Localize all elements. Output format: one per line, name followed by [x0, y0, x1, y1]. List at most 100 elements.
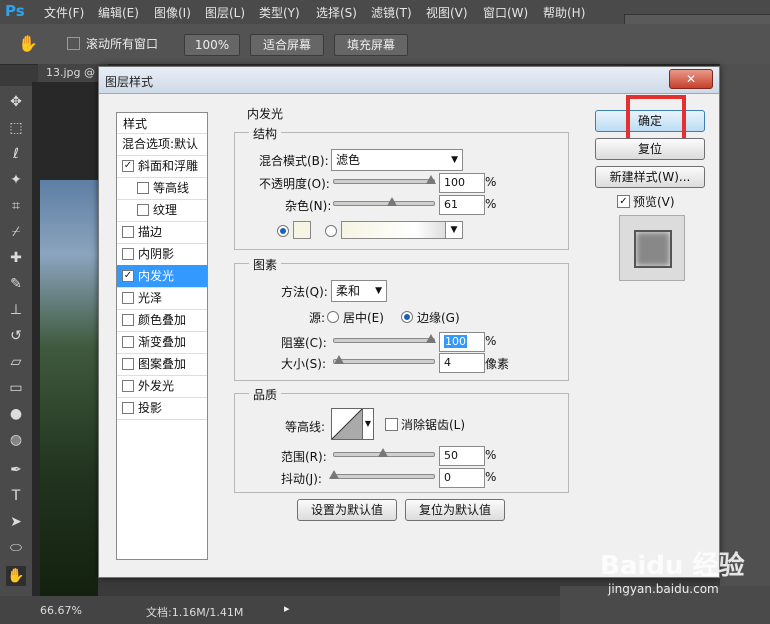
type-tool-icon[interactable]: T [6, 486, 26, 506]
healing-brush-icon[interactable]: ✚ [6, 248, 26, 268]
blend-mode-select[interactable]: 滤色 ▼ [331, 149, 463, 171]
status-arrow-icon[interactable]: ▸ [284, 602, 290, 615]
style-item[interactable]: 投影 [117, 397, 207, 420]
opacity-input[interactable]: 100 [439, 173, 485, 193]
move-tool-icon[interactable]: ✥ [6, 92, 26, 112]
style-item[interactable]: 描边 [117, 221, 207, 244]
path-select-icon[interactable]: ➤ [6, 512, 26, 532]
size-slider[interactable] [333, 359, 435, 364]
eraser-tool-icon[interactable]: ▱ [6, 352, 26, 372]
glow-color-swatch[interactable] [293, 221, 311, 239]
style-item[interactable]: 纹理 [117, 199, 207, 222]
style-item-checkbox[interactable] [122, 248, 134, 260]
reset-button[interactable]: 复位 [595, 138, 705, 160]
hand-tool-icon[interactable]: ✋ [6, 566, 26, 586]
choke-slider-thumb[interactable] [426, 334, 436, 343]
stamp-tool-icon[interactable]: ⊥ [6, 300, 26, 320]
style-item-checkbox[interactable] [122, 402, 134, 414]
gradient-dropdown-icon[interactable]: ▼ [445, 221, 463, 239]
style-item-checkbox[interactable] [137, 204, 149, 216]
new-style-button[interactable]: 新建样式(W)... [595, 166, 705, 188]
jitter-input[interactable]: 0 [439, 468, 485, 488]
style-item-checkbox[interactable] [122, 380, 134, 392]
jitter-slider[interactable] [333, 474, 435, 479]
range-input[interactable]: 50 [439, 446, 485, 466]
style-item[interactable]: ✓ 内发光 [117, 265, 207, 288]
source-center-radio[interactable] [327, 311, 339, 323]
gradient-radio[interactable] [325, 225, 337, 237]
zoom-100-button[interactable]: 100% [184, 34, 240, 56]
style-item-checkbox[interactable] [122, 292, 134, 304]
watermark-url: jingyan.baidu.com [608, 582, 719, 596]
dodge-tool-icon[interactable]: ◍ [6, 430, 26, 450]
method-select[interactable]: 柔和 ▼ [331, 280, 387, 302]
contour-dropdown-icon[interactable]: ▼ [362, 408, 374, 440]
style-item[interactable]: 混合选项:默认 [117, 133, 207, 156]
size-input[interactable]: 4 [439, 353, 485, 373]
ellipse-tool-icon[interactable]: ⬭ [6, 538, 26, 558]
range-slider-thumb[interactable] [378, 448, 388, 457]
magic-wand-icon[interactable]: ✦ [6, 170, 26, 190]
size-slider-thumb[interactable] [334, 355, 344, 364]
jitter-slider-thumb[interactable] [329, 470, 339, 479]
pen-tool-icon[interactable]: ✒ [6, 460, 26, 480]
source-center-label: 居中(E) [343, 311, 384, 325]
make-default-button[interactable]: 设置为默认值 [297, 499, 397, 521]
menu-view[interactable]: 视图(V) [426, 4, 468, 21]
opacity-slider-thumb[interactable] [426, 175, 436, 184]
fit-screen-button[interactable]: 适合屏幕 [250, 34, 324, 56]
style-item[interactable]: 光泽 [117, 287, 207, 310]
blur-tool-icon[interactable]: ● [6, 404, 26, 424]
opacity-slider[interactable] [333, 179, 435, 184]
reset-default-button[interactable]: 复位为默认值 [405, 499, 505, 521]
menu-select[interactable]: 选择(S) [316, 4, 357, 21]
zoom-level[interactable]: 66.67% [40, 604, 82, 617]
style-item[interactable]: 内阴影 [117, 243, 207, 266]
choke-slider[interactable] [333, 338, 435, 343]
crop-tool-icon[interactable]: ⌗ [6, 196, 26, 216]
style-item[interactable]: 图案叠加 [117, 353, 207, 376]
menu-help[interactable]: 帮助(H) [543, 4, 585, 21]
photoshop-logo: Ps [5, 2, 25, 20]
contour-picker[interactable] [331, 408, 363, 440]
menu-filter[interactable]: 滤镜(T) [371, 4, 412, 21]
style-item[interactable]: 渐变叠加 [117, 331, 207, 354]
noise-input[interactable]: 61 [439, 195, 485, 215]
menu-layer[interactable]: 图层(L) [205, 4, 245, 21]
style-item-checkbox[interactable] [122, 358, 134, 370]
style-item-checkbox[interactable] [122, 314, 134, 326]
style-item[interactable]: 颜色叠加 [117, 309, 207, 332]
style-item[interactable]: 等高线 [117, 177, 207, 200]
menu-window[interactable]: 窗口(W) [483, 4, 528, 21]
style-item-checkbox[interactable] [137, 182, 149, 194]
menu-image[interactable]: 图像(I) [154, 4, 191, 21]
gradient-tool-icon[interactable]: ▭ [6, 378, 26, 398]
style-item-checkbox[interactable] [122, 336, 134, 348]
antialias-checkbox[interactable] [385, 418, 398, 431]
scroll-all-checkbox[interactable] [67, 37, 80, 50]
dialog-close-button[interactable]: ✕ [669, 69, 713, 89]
style-item[interactable]: 外发光 [117, 375, 207, 398]
fill-screen-button[interactable]: 填充屏幕 [334, 34, 408, 56]
lasso-tool-icon[interactable]: ℓ [6, 144, 26, 164]
solid-color-radio[interactable] [277, 225, 289, 237]
source-edge-radio[interactable] [401, 311, 413, 323]
menu-file[interactable]: 文件(F) [44, 4, 84, 21]
preview-checkbox[interactable]: ✓ [617, 195, 630, 208]
choke-input[interactable]: 100 [439, 332, 485, 352]
brush-tool-icon[interactable]: ✎ [6, 274, 26, 294]
dialog-title-bar[interactable]: 图层样式 ✕ [99, 67, 719, 94]
history-brush-icon[interactable]: ↺ [6, 326, 26, 346]
eyedropper-icon[interactable]: ⌿ [6, 222, 26, 242]
style-item[interactable]: ✓ 斜面和浮雕 [117, 155, 207, 178]
style-item-checkbox[interactable]: ✓ [122, 270, 134, 282]
noise-slider-thumb[interactable] [387, 197, 397, 206]
style-item-label: 颜色叠加 [138, 313, 187, 327]
style-item-checkbox[interactable]: ✓ [122, 160, 134, 172]
marquee-tool-icon[interactable]: ⬚ [6, 118, 26, 138]
menu-type[interactable]: 类型(Y) [259, 4, 300, 21]
menu-edit[interactable]: 编辑(E) [98, 4, 139, 21]
gradient-swatch[interactable] [341, 221, 447, 239]
noise-slider[interactable] [333, 201, 435, 206]
style-item-checkbox[interactable] [122, 226, 134, 238]
